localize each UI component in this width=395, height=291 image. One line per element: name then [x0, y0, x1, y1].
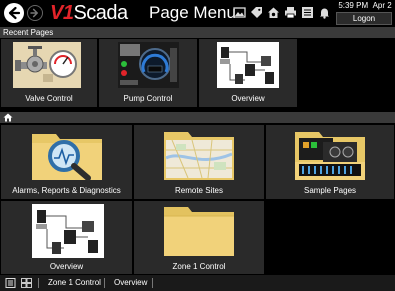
arrow-right-icon [30, 8, 38, 18]
tile-alarms-reports-diagnostics[interactable]: Alarms, Reports & Diagnostics [1, 125, 132, 199]
folder-map-icon [162, 128, 236, 182]
overview-thumbnail [217, 42, 279, 88]
status-separator [152, 278, 153, 288]
status-separator [38, 278, 39, 288]
recent-tile-label: Valve Control [25, 94, 73, 103]
toolbar [233, 6, 331, 21]
page-title: Page Menu [149, 3, 236, 22]
breadcrumb [0, 112, 395, 123]
recent-tile-overview[interactable]: Overview [199, 39, 297, 107]
folder-panels-icon [293, 128, 367, 182]
clock-date: Apr 2 [372, 1, 392, 10]
tile-overview[interactable]: Overview [1, 201, 132, 274]
tile-zone-1-control[interactable]: Zone 1 Control [134, 201, 264, 274]
tag-icon[interactable] [250, 6, 263, 19]
recent-pages-label: Recent Pages [0, 27, 395, 38]
list-view-icon[interactable] [5, 278, 16, 288]
arrow-left-icon [8, 6, 21, 20]
tile-sample-pages[interactable]: Sample Pages [266, 125, 394, 199]
picture-icon[interactable] [233, 6, 246, 19]
status-item-overview[interactable]: Overview [114, 275, 147, 291]
home-settings-icon[interactable] [267, 6, 280, 19]
tile-label: Zone 1 Control [172, 262, 226, 271]
pump-control-thumbnail [118, 42, 179, 88]
v1scada-logo: V1Scada [50, 3, 128, 23]
clock-time: 5:39 PM [338, 1, 369, 10]
logo-prefix: V1 [50, 2, 74, 24]
tile-label: Overview [49, 262, 84, 271]
back-button[interactable] [4, 3, 24, 23]
tile-label: Alarms, Reports & Diagnostics [12, 186, 121, 195]
clock: 5:39 PM Apr 2 [336, 1, 394, 11]
home-icon[interactable] [3, 113, 13, 122]
tile-label: Remote Sites [174, 186, 224, 195]
status-item-zone-1-control[interactable]: Zone 1 Control [48, 275, 101, 291]
status-bar: Zone 1 Control Overview [0, 275, 395, 291]
list-icon[interactable] [301, 6, 314, 19]
recent-tile-pump-control[interactable]: Pump Control [99, 39, 197, 107]
grid-view-icon[interactable] [21, 278, 32, 288]
logon-button[interactable]: Logon [336, 12, 392, 25]
valve-control-thumbnail [13, 42, 81, 88]
folder-icon [162, 204, 236, 258]
overview-thumbnail [32, 204, 104, 258]
logo-suffix: Scada [73, 2, 128, 24]
forward-button[interactable] [27, 5, 43, 21]
status-separator [104, 278, 105, 288]
tile-remote-sites[interactable]: Remote Sites [134, 125, 264, 199]
bell-icon[interactable] [318, 6, 331, 19]
recent-tile-valve-control[interactable]: Valve Control [1, 39, 97, 107]
recent-tile-label: Overview [231, 94, 265, 103]
header-bar: V1Scada Page Menu 5:39 PM Apr 2 Logon [0, 0, 395, 27]
recent-tile-label: Pump Control [123, 94, 173, 103]
tile-label: Sample Pages [303, 186, 357, 195]
folder-magnifier-icon [30, 128, 104, 182]
printer-icon[interactable] [284, 6, 297, 19]
